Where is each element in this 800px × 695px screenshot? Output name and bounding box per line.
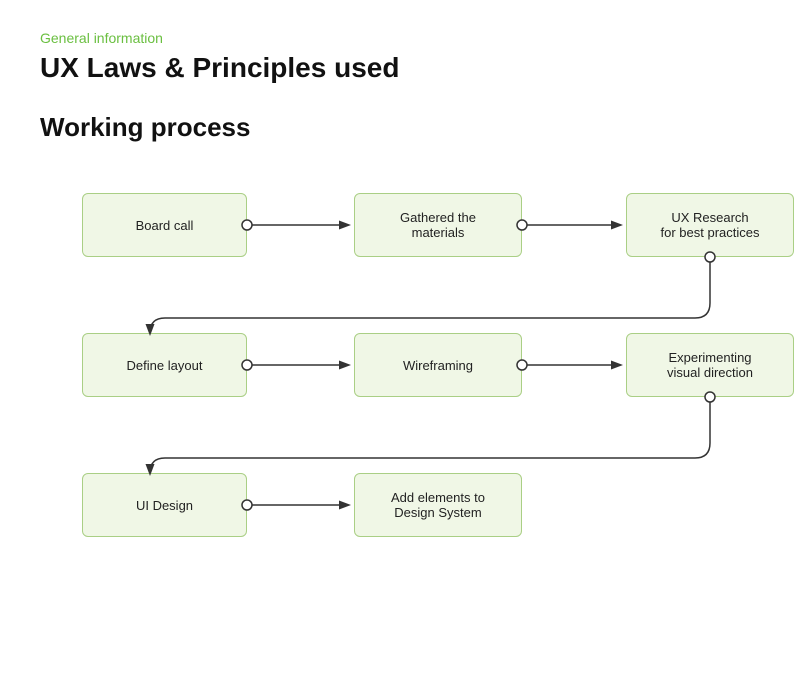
- node-experimenting: Experimenting visual direction: [626, 333, 794, 397]
- category-label: General information: [40, 30, 760, 46]
- node-wireframing: Wireframing: [354, 333, 522, 397]
- node-add-elements: Add elements to Design System: [354, 473, 522, 537]
- node-ui-design: UI Design: [82, 473, 247, 537]
- section-title: Working process: [40, 112, 760, 143]
- page-title: UX Laws & Principles used: [40, 52, 760, 84]
- node-board-call: Board call: [82, 193, 247, 257]
- diagram-container: Board call Gathered the materials UX Res…: [40, 173, 760, 593]
- node-define-layout: Define layout: [82, 333, 247, 397]
- node-gathered-materials: Gathered the materials: [354, 193, 522, 257]
- node-ux-research: UX Research for best practices: [626, 193, 794, 257]
